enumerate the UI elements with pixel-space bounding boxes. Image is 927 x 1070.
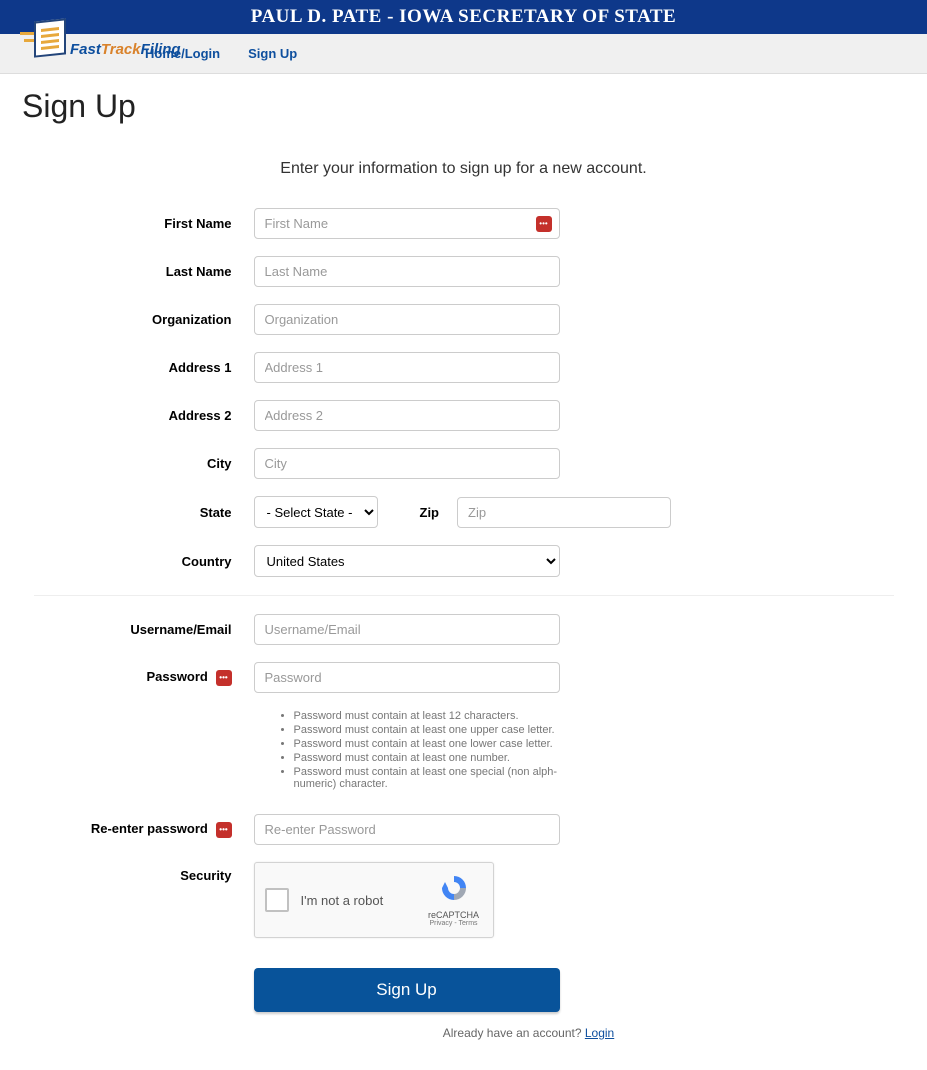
last-name-field[interactable] bbox=[254, 256, 560, 287]
password-manager-icon[interactable]: ••• bbox=[216, 822, 232, 838]
password-manager-icon[interactable]: ••• bbox=[216, 670, 232, 686]
country-select[interactable]: United States bbox=[254, 545, 560, 577]
instruction-text: Enter your information to sign up for a … bbox=[34, 160, 894, 178]
already-account-text: Already have an account? bbox=[443, 1026, 585, 1040]
sign-up-button[interactable]: Sign Up bbox=[254, 968, 560, 1012]
recaptcha-icon bbox=[439, 873, 469, 903]
document-speed-icon bbox=[20, 18, 70, 58]
address1-field[interactable] bbox=[254, 352, 560, 383]
state-label: State bbox=[34, 505, 254, 520]
organization-label: Organization bbox=[34, 312, 254, 327]
login-link[interactable]: Login bbox=[585, 1026, 614, 1040]
address2-label: Address 2 bbox=[34, 408, 254, 423]
recaptcha-logo: reCAPTCHA Privacy - Terms bbox=[425, 873, 483, 927]
recaptcha-widget: I'm not a robot reCAPTCHA Privacy - Term… bbox=[254, 862, 494, 938]
autofill-icon[interactable]: ••• bbox=[536, 216, 552, 232]
password-field[interactable] bbox=[254, 662, 560, 693]
country-label: Country bbox=[34, 554, 254, 569]
recaptcha-text: I'm not a robot bbox=[301, 893, 425, 908]
username-label: Username/Email bbox=[34, 622, 254, 637]
reenter-password-label: Re-enter password bbox=[91, 821, 208, 836]
zip-label: Zip bbox=[420, 505, 440, 520]
logo[interactable]: FastTrackFiling bbox=[20, 18, 181, 58]
password-rules-list: Password must contain at least 12 charac… bbox=[276, 710, 582, 790]
address2-field[interactable] bbox=[254, 400, 560, 431]
recaptcha-brand: reCAPTCHA bbox=[425, 910, 483, 920]
recaptcha-checkbox[interactable] bbox=[265, 888, 289, 912]
pw-rule-item: Password must contain at least one upper… bbox=[294, 724, 582, 736]
pw-rule-item: Password must contain at least 12 charac… bbox=[294, 710, 582, 722]
city-field[interactable] bbox=[254, 448, 560, 479]
zip-field[interactable] bbox=[457, 497, 671, 528]
recaptcha-links[interactable]: Privacy - Terms bbox=[425, 920, 483, 927]
username-field[interactable] bbox=[254, 614, 560, 645]
organization-field[interactable] bbox=[254, 304, 560, 335]
pw-rule-item: Password must contain at least one lower… bbox=[294, 738, 582, 750]
page-title: Sign Up bbox=[0, 74, 927, 125]
city-label: City bbox=[34, 456, 254, 471]
address1-label: Address 1 bbox=[34, 360, 254, 375]
first-name-label: First Name bbox=[34, 216, 254, 231]
state-select[interactable]: - Select State - bbox=[254, 496, 378, 528]
first-name-field[interactable] bbox=[254, 208, 560, 239]
pw-rule-item: Password must contain at least one speci… bbox=[294, 766, 582, 790]
security-label: Security bbox=[34, 862, 254, 883]
section-divider bbox=[34, 595, 894, 596]
logo-text: FastTrackFiling bbox=[70, 41, 181, 58]
password-label: Password bbox=[146, 669, 207, 684]
banner-title: PAUL D. PATE - IOWA SECRETARY OF STATE bbox=[251, 6, 676, 27]
pw-rule-item: Password must contain at least one numbe… bbox=[294, 752, 582, 764]
navbar: FastTrackFiling Home/Login Sign Up bbox=[0, 34, 927, 74]
nav-sign-up[interactable]: Sign Up bbox=[248, 46, 297, 61]
last-name-label: Last Name bbox=[34, 264, 254, 279]
reenter-password-field[interactable] bbox=[254, 814, 560, 845]
